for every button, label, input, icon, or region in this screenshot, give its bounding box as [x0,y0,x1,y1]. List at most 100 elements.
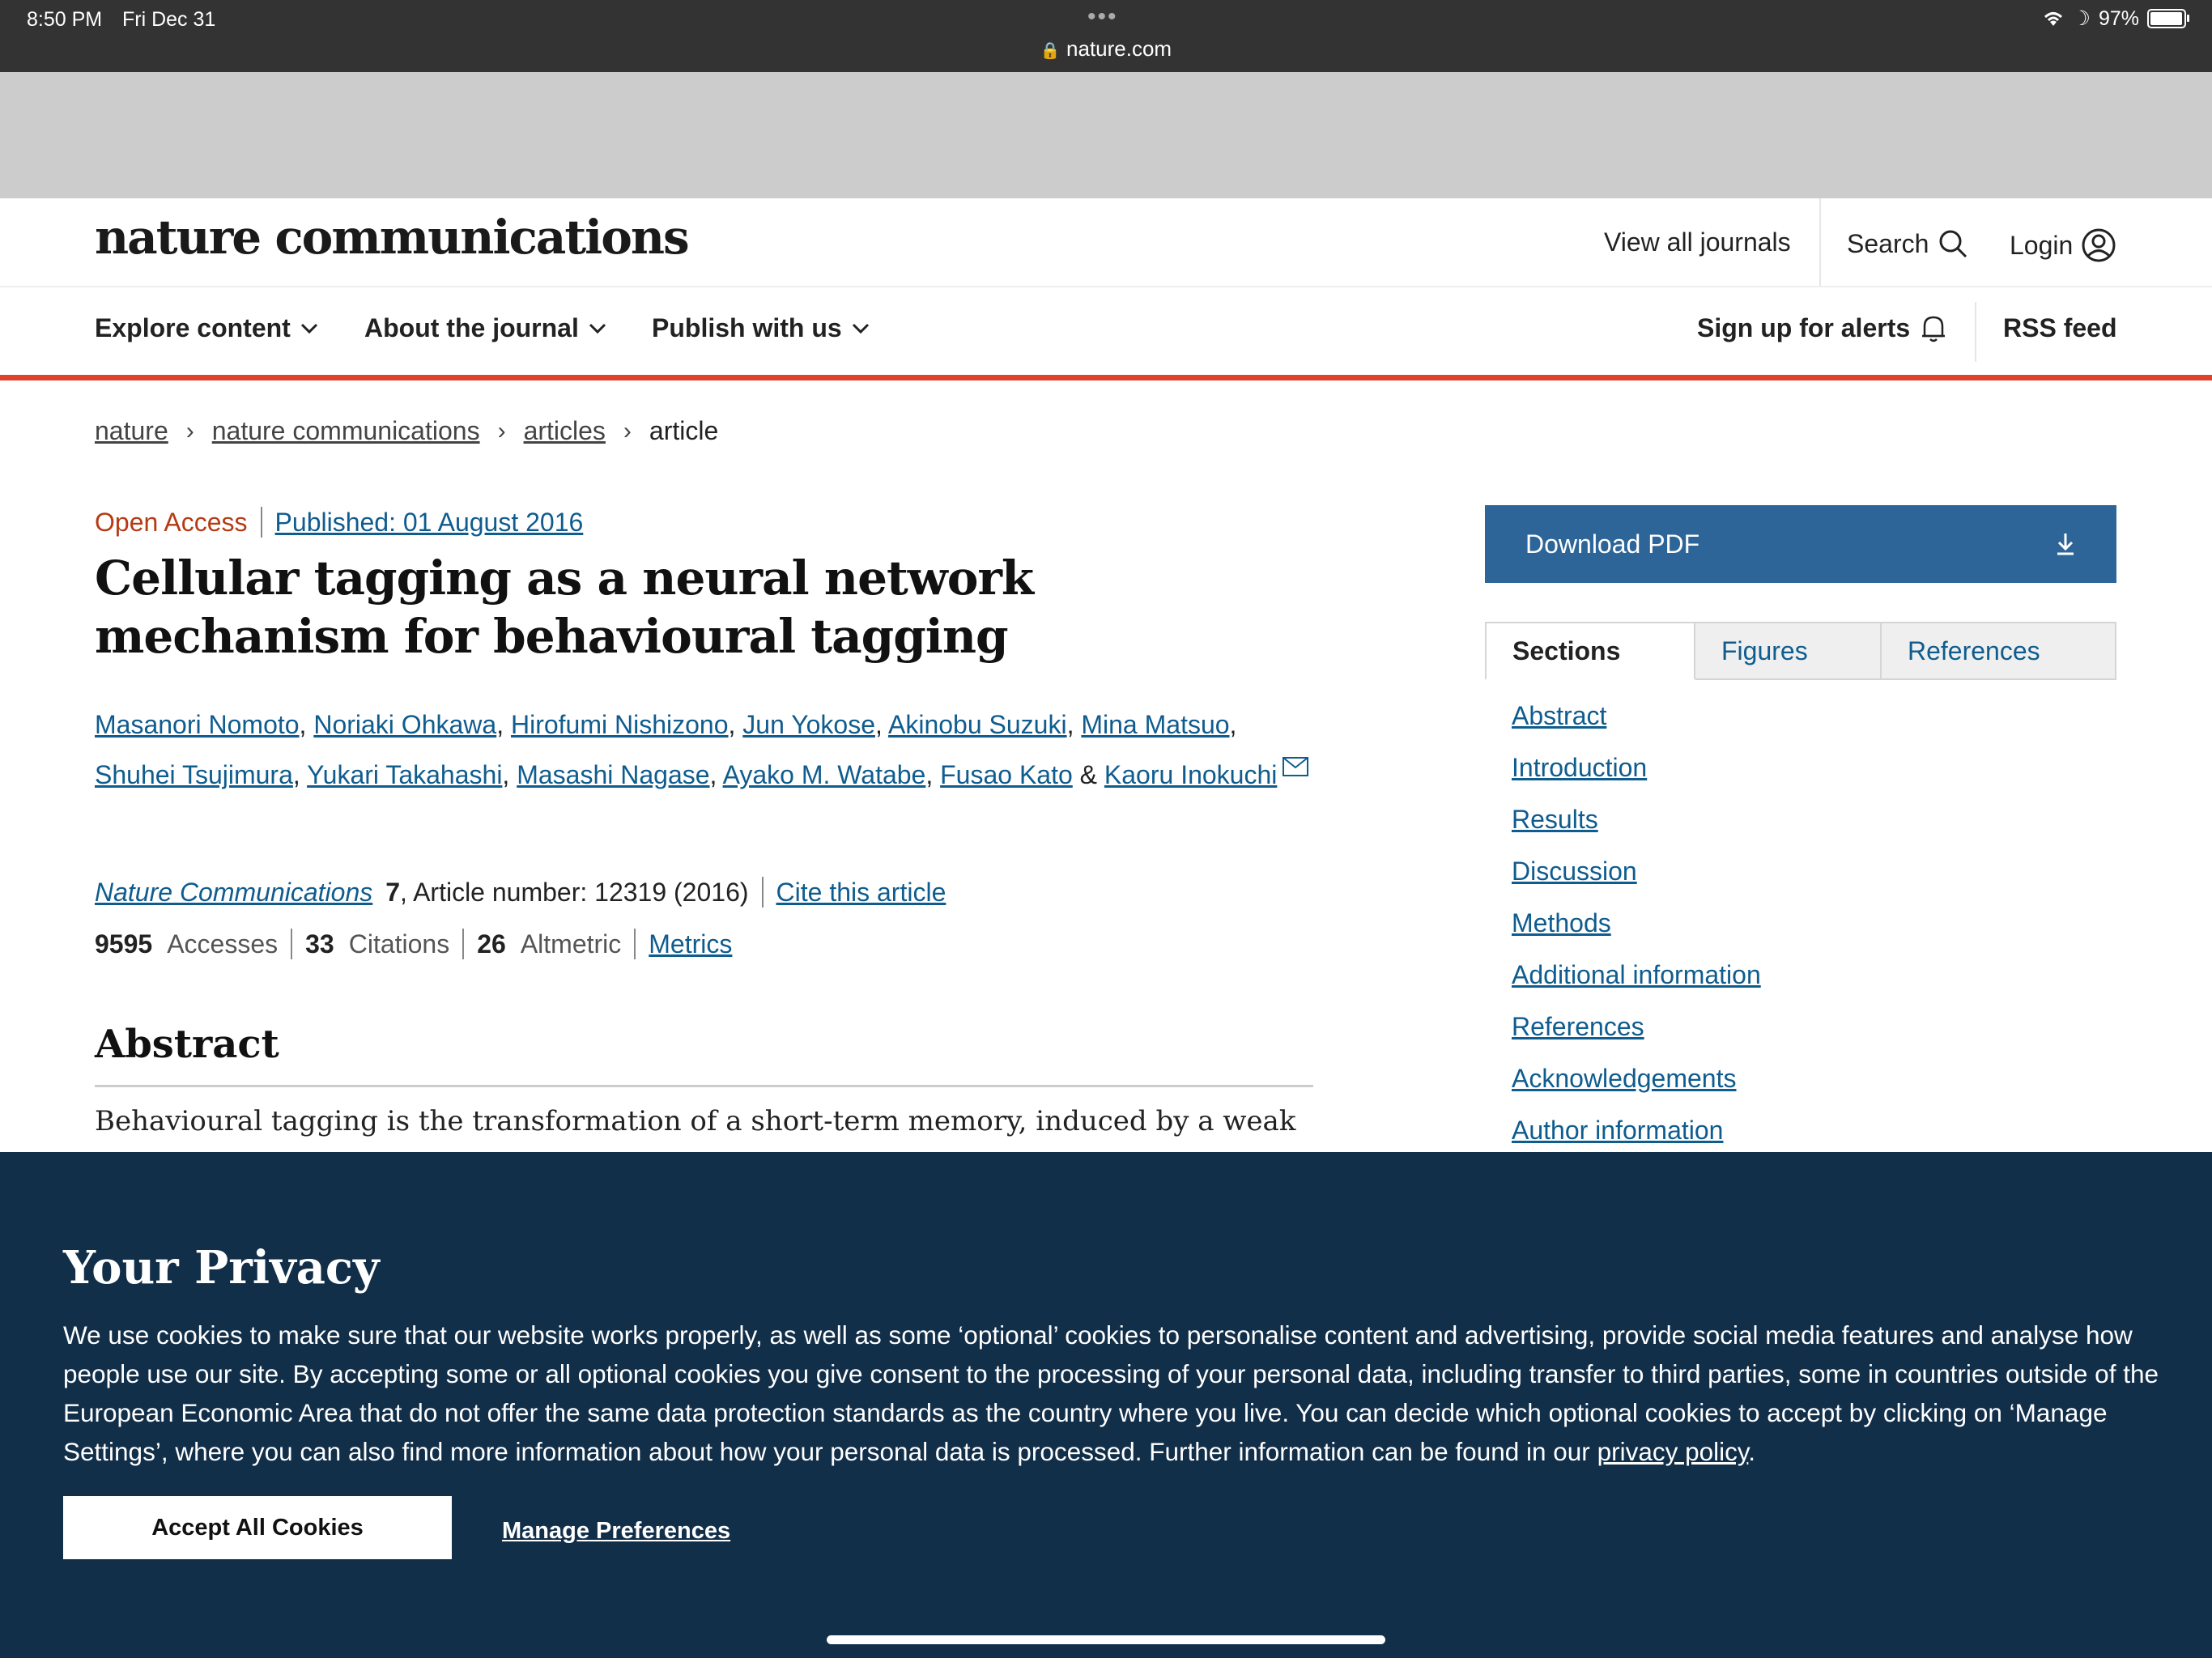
alerts-label: Sign up for alerts [1697,313,1911,342]
ad-banner [0,72,2212,198]
tab-sections[interactable]: Sections [1485,622,1695,680]
author-link[interactable]: Kaoru Inokuchi [1104,760,1277,789]
journal-link[interactable]: Nature Communications [95,878,372,908]
download-label: Download PDF [1525,529,1700,559]
tab-references[interactable]: References [1882,622,2116,680]
volume: 7 [385,877,401,907]
home-indicator[interactable] [827,1635,1385,1644]
login-label: Login [2010,230,2074,260]
section-link-abstract[interactable]: Abstract [1512,701,1606,730]
author-link[interactable]: Fusao Kato [940,760,1073,789]
nav-label: Publish with us [652,313,842,342]
journal-logo[interactable]: nature communications [95,210,690,265]
divider [462,929,465,959]
tab-figures[interactable]: Figures [1695,622,1882,680]
abstract-text: Behavioural tagging is the transformatio… [95,1105,1296,1137]
author-link[interactable]: Ayako M. Watabe [723,760,926,789]
author-link[interactable]: Mina Matsuo [1081,710,1229,739]
nav-divider [1975,302,1976,362]
moon-icon: ☽ [2072,7,2091,30]
chevron-down-icon [300,323,317,334]
divider [761,877,764,908]
site-header: nature communications View all journals … [0,198,2212,287]
author-link[interactable]: Yukari Takahashi [307,760,502,789]
battery-percent: 97% [2098,6,2139,30]
section-link-additional-information[interactable]: Additional information [1512,960,1761,989]
breadcrumb-nature[interactable]: nature [95,416,168,446]
section-link-results[interactable]: Results [1512,805,1598,834]
nav-about-journal[interactable]: About the journal [364,313,606,343]
author-link[interactable]: Masashi Nagase [517,760,709,789]
section-link-introduction[interactable]: Introduction [1512,753,1647,782]
abstract-divider [95,1085,1313,1087]
published-date-link[interactable]: Published: 01 August 2016 [275,508,584,538]
login-button[interactable]: Login [2010,227,2116,263]
author-list: Masanori Nomoto, Noriaki Ohkawa, Hirofum… [95,699,1325,800]
status-time: 8:50 PM [27,8,103,31]
wifi-icon [2044,12,2062,26]
cite-article-link[interactable]: Cite this article [776,878,946,908]
search-icon [1939,230,1967,258]
search-label: Search [1847,228,1929,258]
chevron-down-icon [589,323,606,334]
nav-explore-content[interactable]: Explore content [95,313,318,343]
nav-label: About the journal [364,313,579,342]
section-link-author-information[interactable]: Author information [1512,1116,1723,1145]
section-link-acknowledgements[interactable]: Acknowledgements [1512,1064,1736,1093]
accesses-label: Accesses [167,929,279,959]
chevron-right-icon: › [497,417,506,444]
sign-up-alerts-link[interactable]: Sign up for alerts [1697,313,1947,343]
altmetric-label: Altmetric [520,929,622,959]
article-number: , Article number: 12319 (2016) [400,877,749,907]
lock-icon: 🔒 [1040,42,1061,60]
more-dots-icon[interactable]: ••• [1087,3,1118,31]
citation-line: Nature Communications 7 , Article number… [95,877,946,908]
author-link[interactable]: Masanori Nomoto [95,710,300,739]
privacy-text: We use cookies to make sure that our web… [63,1320,2159,1466]
user-icon [2082,228,2116,262]
view-all-journals-link[interactable]: View all journals [1604,227,1791,257]
breadcrumb: nature › nature communications › article… [95,416,718,446]
accesses-count: 9595 [95,929,153,959]
privacy-body: We use cookies to make sure that our web… [63,1320,2159,1466]
breadcrumb-articles[interactable]: articles [524,416,606,446]
section-link-references[interactable]: References [1512,1012,1644,1041]
status-date: Fri Dec 31 [122,8,216,31]
article-title: Cellular tagging as a neural network mec… [95,551,1034,664]
section-link-discussion[interactable]: Discussion [1512,857,1637,886]
breadcrumb-nature-communications[interactable]: nature communications [212,416,480,446]
status-bar: 8:50 PM Fri Dec 31 ••• 🔒 nature.com ☽ 97… [0,0,2212,72]
address-bar[interactable]: 🔒 nature.com [0,36,2212,62]
battery-fill [2150,12,2182,25]
download-pdf-button[interactable]: Download PDF [1485,505,2116,583]
search-button[interactable]: Search [1847,227,1969,260]
metrics-link[interactable]: Metrics [649,929,732,959]
nav-label: Explore content [95,313,291,342]
privacy-banner: Your Privacy We use cookies to make sure… [0,1152,2212,1658]
author-link[interactable]: Noriaki Ohkawa [313,710,496,739]
author-link[interactable]: Jun Yokose [742,710,875,739]
chevron-down-icon [852,323,869,334]
bell-icon [1922,316,1946,342]
breadcrumb-current: article [649,416,719,445]
author-link[interactable]: Akinobu Suzuki [888,710,1067,739]
author-link[interactable]: Hirofumi Nishizono [511,710,729,739]
open-access-badge: Open Access [95,507,248,537]
status-indicators: ☽ 97% [2042,6,2189,31]
privacy-policy-link[interactable]: privacy policy [1597,1437,1749,1466]
sidebar-tabs: Sections Figures References [1485,622,2116,680]
mail-icon[interactable] [1282,756,1309,777]
abstract-heading: Abstract [95,1022,279,1067]
citations-label: Citations [348,929,450,959]
url-text: nature.com [1066,36,1172,61]
altmetric-count: 26 [477,929,506,959]
section-link-methods[interactable]: Methods [1512,908,1611,937]
nav-publish-with-us[interactable]: Publish with us [652,313,870,343]
section-list: Abstract Introduction Results Discussion… [1512,701,1761,1167]
battery-icon [2147,9,2189,28]
manage-preferences-button[interactable]: Manage Preferences [502,1518,730,1545]
accept-all-cookies-button[interactable]: Accept All Cookies [63,1496,452,1559]
rss-feed-link[interactable]: RSS feed [2003,313,2116,343]
chevron-right-icon: › [623,417,632,444]
author-link[interactable]: Shuhei Tsujimura [95,760,293,789]
